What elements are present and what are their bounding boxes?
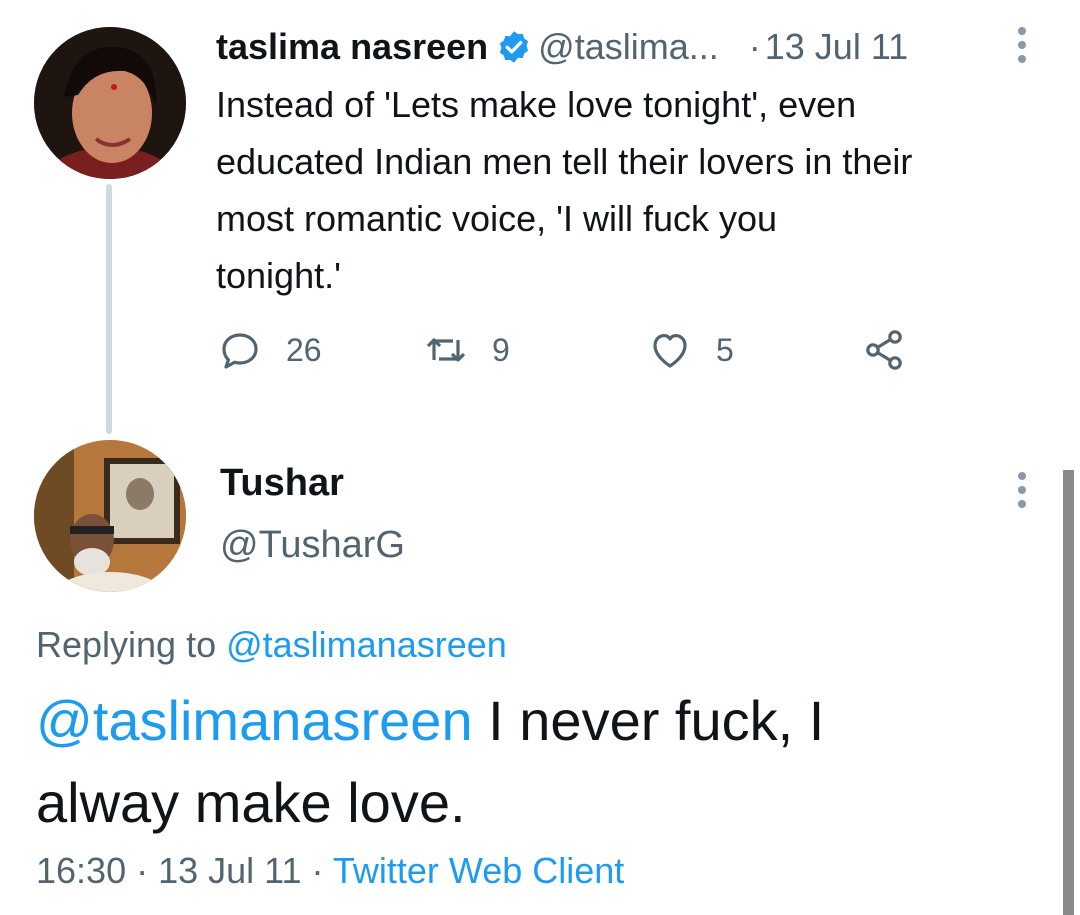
like-icon (653, 334, 687, 368)
replying-to-line: Replying to @taslimanasreen (36, 624, 507, 666)
more-vertical-icon[interactable] (1016, 472, 1028, 508)
share-icon (866, 330, 902, 370)
tweet2-text: @taslimanasreen I never fuck, I alway ma… (36, 680, 1036, 844)
tweet1-text: Instead of 'Lets make love tonight', eve… (216, 76, 1056, 304)
tweet2-time[interactable]: 16:30 (36, 850, 126, 891)
tweet1-text-line: most romantic voice, 'I will fuck you (216, 198, 778, 239)
tweet1-date[interactable]: 13 Jul 11 (765, 26, 908, 68)
tweet2-metadata: 16:30 · 13 Jul 11 · Twitter Web Client (36, 850, 624, 892)
replying-to-mention-link[interactable]: @taslimanasreen (226, 624, 507, 665)
reply-icon (222, 333, 258, 369)
tweet1-text-line: Instead of 'Lets make love tonight', eve… (216, 84, 857, 125)
tweet2-text-part: I never fuck, I (472, 689, 825, 752)
tweet2-text-line: alway make love. (36, 771, 466, 834)
meta-separator: · (126, 850, 159, 891)
replying-to-prefix: Replying to (36, 624, 227, 665)
more-vertical-icon[interactable] (1016, 27, 1028, 63)
tweet2-text-line: @taslimanasreen I never fuck, I (36, 680, 1036, 762)
reply-button[interactable]: 26 (216, 326, 322, 374)
tweet1-dot-separator: · (748, 26, 761, 67)
tweet1-author-handle[interactable]: @taslima... (538, 26, 719, 68)
tweet2-author-name[interactable]: Tushar (220, 462, 344, 505)
share-button[interactable] (860, 326, 908, 374)
avatar-taslima[interactable] (34, 27, 186, 179)
retweet-button[interactable]: 9 (422, 326, 510, 374)
tweet1-header: taslima nasreen @taslima... · 13 Jul 11 (216, 22, 1016, 72)
avatar-tushar-image (34, 440, 186, 592)
tweet1-action-bar: 26 9 5 (216, 326, 936, 376)
tweet2-date[interactable]: 13 Jul 11 (158, 850, 301, 891)
tweet2-mention-link[interactable]: @taslimanasreen (36, 689, 473, 752)
retweet-count: 9 (492, 331, 510, 368)
like-count: 5 (716, 331, 734, 368)
retweet-icon (426, 338, 466, 362)
thread-connector-line (106, 184, 112, 434)
meta-separator: · (301, 850, 333, 891)
tweet1-text-line: tonight.' (216, 255, 341, 296)
verified-badge-icon (500, 31, 529, 63)
tweet2-author-handle[interactable]: @TusharG (220, 524, 405, 567)
avatar-taslima-image (34, 27, 186, 179)
like-button[interactable]: 5 (646, 326, 734, 374)
tweet1-author-name[interactable]: taslima nasreen (216, 26, 488, 68)
avatar-tushar[interactable] (34, 440, 186, 592)
scrollbar[interactable] (1063, 470, 1074, 915)
tweet1-text-line: educated Indian men tell their lovers in… (216, 141, 913, 182)
tweet2-client-link[interactable]: Twitter Web Client (333, 850, 624, 891)
reply-count: 26 (286, 331, 322, 368)
